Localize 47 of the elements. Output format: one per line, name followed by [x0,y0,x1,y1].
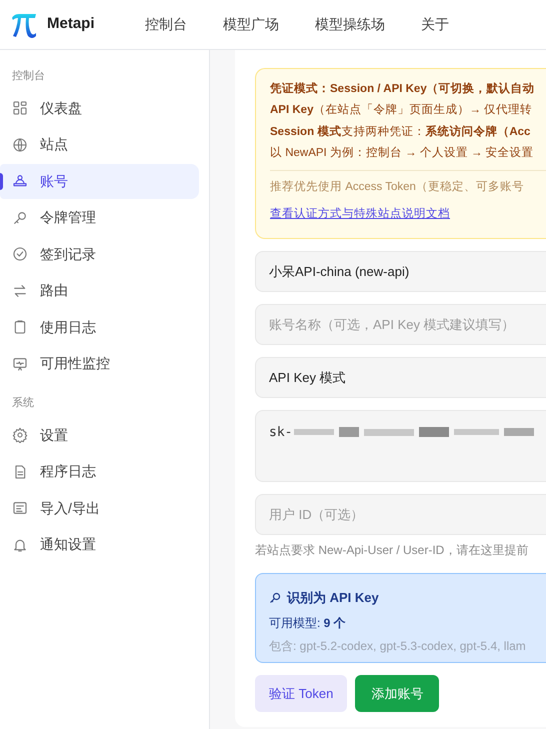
app-name: Metapi [47,14,95,34]
nav-link[interactable]: 模型广场 [223,14,279,35]
detection-title: 识别为 API Key [287,589,379,607]
document-icon [12,500,28,516]
check-circle-icon [12,246,28,262]
sidebar-item[interactable]: 站点 [0,127,199,162]
sidebar-item[interactable]: 路由 [0,273,199,308]
users-icon [12,173,28,189]
select-field[interactable]: 小呆API-china (new-api) [255,251,546,292]
sidebar-item[interactable]: 设置 [0,418,199,452]
model-count-text: 可用模型: 9 个 [269,614,347,632]
input-field[interactable]: 账号名称（可选，API Key 模式建议填写） [255,304,546,345]
sidebar-item[interactable]: 签到记录 [0,236,199,272]
sidebar-item[interactable]: 账号 [0,164,199,198]
active-indicator [0,172,3,190]
sidebar-section-title: 系统 [11,396,35,411]
settings-icon [12,427,28,443]
notice-text: 凭证模式：Session / API Key（可切换，默认自动 [270,81,536,97]
key-icon [269,592,281,604]
input-field[interactable]: 用户 ID（可选） [255,494,546,535]
sidebar-item[interactable]: 程序日志 [0,454,199,489]
notice-text: 以 NewAPI 为例：控制台 → 个人设置 → 安全设置 [270,146,535,161]
nav-link[interactable]: 控制台 [145,14,187,35]
verify-button[interactable]: 验证 Token [255,675,348,712]
notice-text: Session 模式支持两种凭证：系统访问令牌（Acc [270,124,532,140]
globe-icon [12,136,28,152]
monitor-icon [12,356,28,372]
sidebar-item[interactable]: 仪表盘 [0,90,199,126]
hint-text: 若站点要求 New-Api-User / User-ID，请在这里提前 [255,542,530,559]
notice-text: API Key（在站点「令牌」页面生成）→ 仅代理转 [270,102,534,118]
sidebar-section-title: 控制台 [11,69,46,84]
clipboard-icon [12,319,28,335]
nav-link[interactable]: 模型操练场 [315,14,385,35]
sidebar-item[interactable]: 使用日志 [0,310,199,344]
nav-link[interactable]: 关于 [421,14,449,35]
select-field[interactable]: API Key 模式 [255,357,546,398]
key-icon [12,210,28,226]
tip-text: 推荐优先使用 Access Token（更稳定、可多账号 [270,180,525,195]
sidebar-item[interactable]: 可用性监控 [0,346,199,381]
sidebar-item[interactable]: 令牌管理 [0,200,199,235]
key-textarea[interactable]: sk- [255,410,546,482]
sidebar-item[interactable]: 通知设置 [0,527,199,562]
docs-link[interactable]: 查看认证方式与特殊站点说明文档 [270,206,450,224]
swap-arrows-icon [12,282,28,298]
grid-icon [12,100,28,116]
model-list-text: 包含: gpt-5.2-codex, gpt-5.3-codex, gpt-5.4, llam [269,638,527,654]
sidebar-item[interactable]: 导入/导出 [0,490,199,526]
